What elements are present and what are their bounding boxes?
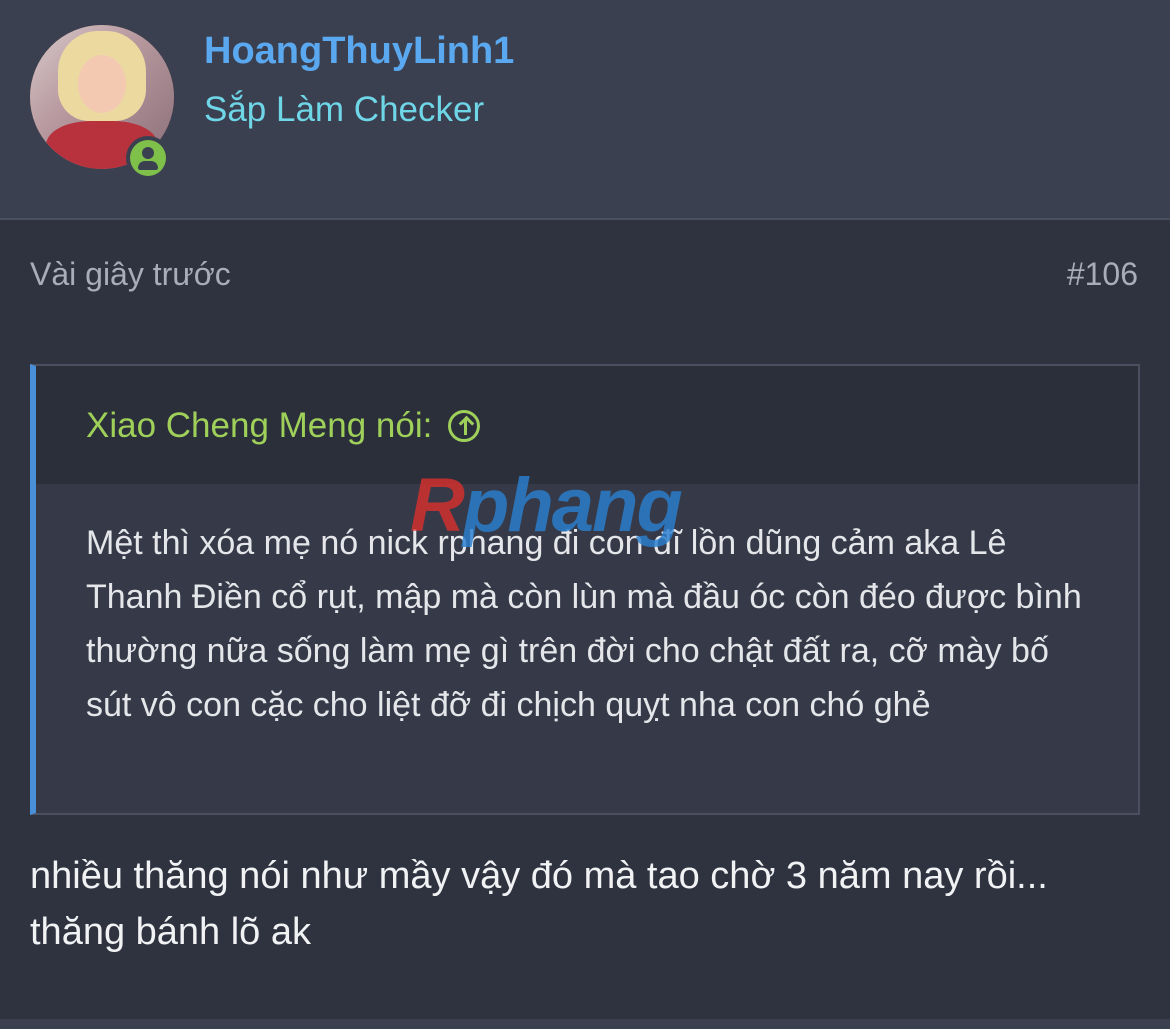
post-number-link[interactable]: #106 [1067,256,1138,293]
user-online-icon [126,136,170,180]
watermark-rest: phang [462,463,683,548]
user-online-icon-glyph [130,140,166,176]
quote-author-label: Xiao Cheng Meng nói: [86,406,433,445]
site-watermark: Rphang [410,462,683,549]
post-header: HoangThuyLinh1 Sắp Làm Checker [0,0,1170,220]
watermark-first-letter: R [410,463,465,548]
post-timestamp[interactable]: Vài giây trước [30,256,231,293]
arrow-up-circle-icon[interactable] [448,410,481,442]
user-title: Sắp Làm Checker [204,90,485,129]
quote-author[interactable]: Xiao Cheng Meng nói: [86,406,481,446]
username-link[interactable]: HoangThuyLinh1 [204,30,514,73]
quote-block: Xiao Cheng Meng nói: Mệt thì xóa mẹ nó n… [30,364,1140,815]
post-footer-divider [0,1019,1170,1029]
reply-text: nhiều thăng nói như mầy vậy đó mà tao ch… [30,855,1048,953]
avatar-face [78,55,126,113]
